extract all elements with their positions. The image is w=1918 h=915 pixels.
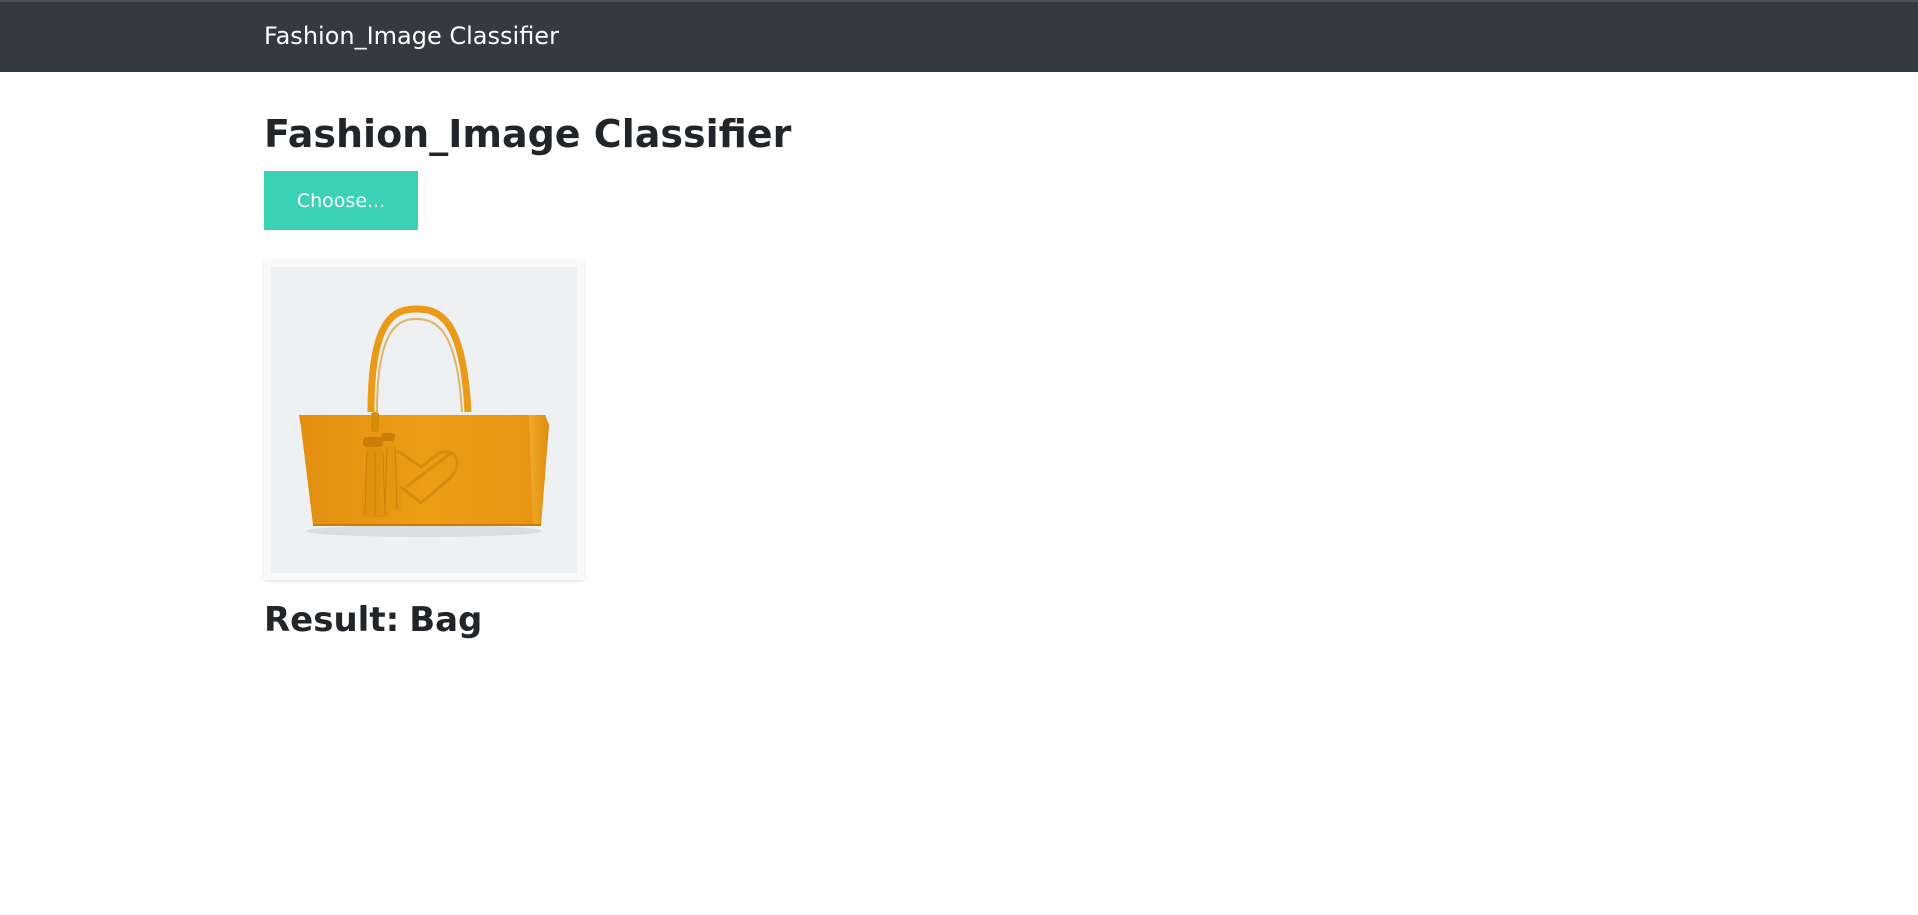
tote-bag-image — [299, 305, 549, 537]
navbar-brand[interactable]: Fashion_Image Classifier — [264, 22, 559, 50]
preview-image-area — [271, 267, 577, 573]
navbar: Fashion_Image Classifier — [0, 0, 1918, 72]
result-value: Bag — [409, 600, 483, 640]
result-text: Result: Bag — [264, 600, 482, 640]
choose-file-button[interactable]: Choose... — [264, 171, 418, 230]
image-preview — [264, 260, 584, 580]
result-label: Result: — [264, 600, 400, 640]
page-title: Fashion_Image Classifier — [264, 112, 792, 156]
